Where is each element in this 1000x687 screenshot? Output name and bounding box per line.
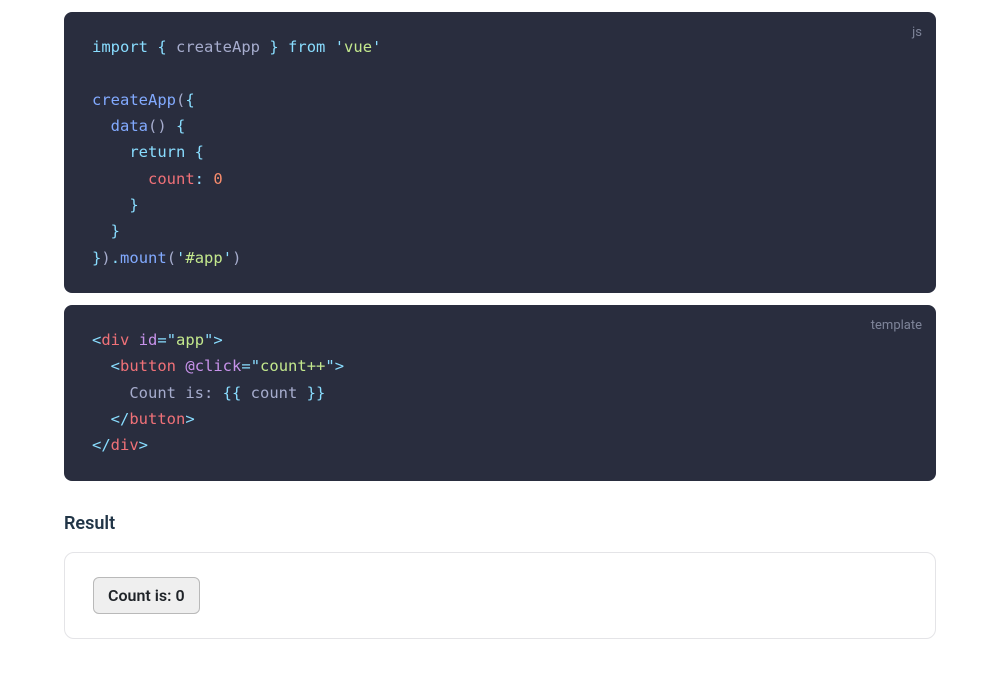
lang-label-js: js <box>912 22 922 44</box>
result-box: Count is: 0 <box>64 552 936 639</box>
code-block-template: template <div id="app"> <button @click="… <box>64 305 936 481</box>
code-block-js: js import { createApp } from 'vue' creat… <box>64 12 936 293</box>
page-root: js import { createApp } from 'vue' creat… <box>0 12 1000 659</box>
lang-label-template: template <box>871 315 922 337</box>
result-heading: Result <box>64 513 936 534</box>
code-pre-js: import { createApp } from 'vue' createAp… <box>92 34 908 271</box>
code-pre-template: <div id="app"> <button @click="count++">… <box>92 327 908 459</box>
count-button[interactable]: Count is: 0 <box>93 577 200 614</box>
